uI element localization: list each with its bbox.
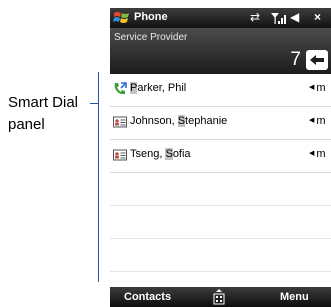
signal-strength-icon[interactable] (270, 11, 286, 25)
volume-icon[interactable]: ◀ (290, 10, 299, 24)
title-bar: Phone ⇄ ◀ × (110, 8, 331, 28)
callout-bracket (98, 72, 99, 282)
contact-card-icon (113, 116, 127, 128)
list-item[interactable]: Parker, Phil ◀ m (110, 74, 331, 107)
close-icon[interactable]: × (314, 10, 321, 24)
callout-line-1: Smart Dial (8, 94, 79, 111)
list-item[interactable]: Tseng, Sofia ◀ m (110, 140, 331, 173)
windows-start-icon[interactable] (112, 10, 132, 26)
list-item[interactable]: Johnson, Stephanie ◀ m (110, 107, 331, 140)
smart-dial-header: Service Provider 7 (110, 28, 331, 74)
contact-card-icon (113, 149, 127, 161)
smart-dial-panel: Parker, Phil ◀m Johnson, Stephanie ◀m (110, 74, 331, 272)
number-type: ◀ m (309, 115, 326, 127)
contact-name: Johnson, Stephanie (130, 115, 228, 127)
contacts-soft-key[interactable]: Contacts (124, 291, 171, 303)
phone-screen: Phone ⇄ ◀ × Service Provider 7 Parker, P… (110, 8, 331, 307)
backspace-arrow-icon (310, 55, 324, 65)
empty-row (110, 239, 331, 272)
number-type: ◀ m (309, 148, 326, 160)
match-highlight: S (165, 148, 173, 160)
empty-row (110, 173, 331, 206)
service-provider-label: Service Provider (114, 32, 188, 43)
dialed-digits: 7 (290, 49, 301, 70)
app-title: Phone (134, 11, 168, 23)
backspace-button[interactable] (306, 50, 328, 70)
number-type: ◀ m (309, 82, 326, 94)
soft-key-bar: Contacts Menu (110, 287, 331, 307)
contact-name: Parker, Phil (130, 82, 187, 94)
empty-row (110, 206, 331, 239)
match-highlight: S (177, 115, 186, 127)
phone-log-icon (114, 82, 127, 95)
connectivity-icon[interactable]: ⇄ (250, 10, 260, 24)
menu-soft-key[interactable]: Menu (280, 291, 309, 303)
callout-label: Smart Dial panel (8, 92, 78, 136)
keypad-icon[interactable] (213, 289, 225, 305)
contact-name: Tseng, Sofia (130, 148, 191, 160)
callout-line-2: panel (8, 116, 45, 133)
